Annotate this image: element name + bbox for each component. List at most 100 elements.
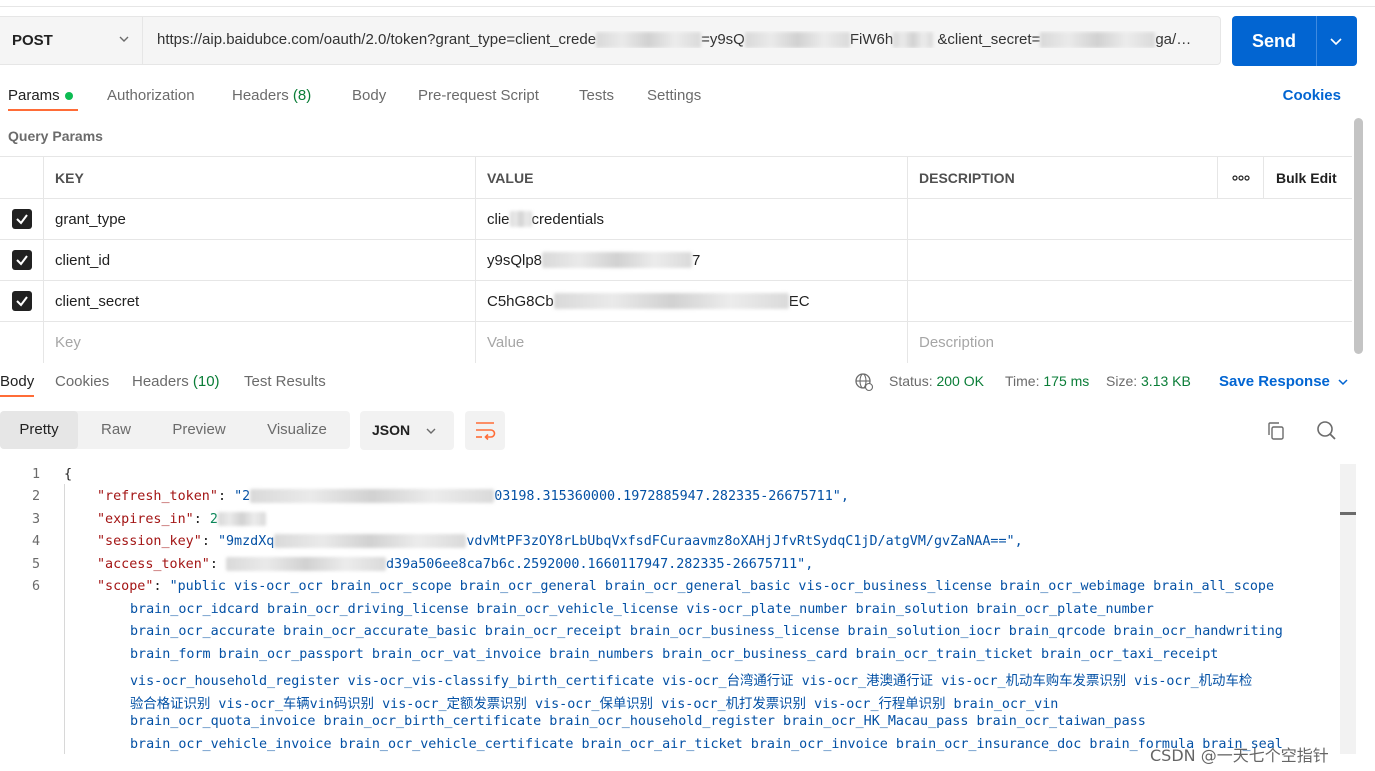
chevron-down-icon <box>426 428 436 434</box>
checkbox[interactable] <box>11 250 32 270</box>
tab-tests[interactable]: Tests <box>579 87 614 104</box>
header-description: DESCRIPTION <box>907 157 1217 198</box>
tab-response-body[interactable]: Body <box>0 373 34 390</box>
watermark: CSDN @一天七个空指针 <box>1150 746 1329 765</box>
globe-network-icon[interactable] <box>854 372 874 392</box>
line-number: 6 <box>31 579 40 594</box>
json-key: "scope" <box>97 579 154 594</box>
header-value: VALUE <box>475 157 907 198</box>
response-body-code[interactable]: 1 2 3 4 5 6 { "refresh_token": "2 03198.3… <box>0 464 1340 764</box>
wrap-lines-button[interactable] <box>465 411 505 450</box>
cookies-link[interactable]: Cookies <box>1283 87 1341 104</box>
copy-icon[interactable] <box>1265 420 1287 442</box>
bulk-edit-button[interactable]: Bulk Edit <box>1263 157 1352 198</box>
code-line: "session_key": "9mzdXq vdvMtPF3zOY8rLbUbq… <box>97 534 1023 549</box>
key-placeholder[interactable]: Key <box>43 322 475 363</box>
check-icon <box>15 296 28 307</box>
tab-response-cookies[interactable]: Cookies <box>55 373 109 390</box>
value-placeholder[interactable]: Value <box>475 322 907 363</box>
save-response-button[interactable]: Save Response <box>1219 373 1330 390</box>
view-pretty[interactable]: Pretty <box>0 411 78 449</box>
tab-authorization[interactable]: Authorization <box>107 87 195 104</box>
search-icon[interactable] <box>1315 419 1337 441</box>
code-line: 验合格证识别 vis-ocr_车辆vin码识别 vis-ocr_定额发票识别 v… <box>130 697 1059 712</box>
code-line: brain_form brain_ocr_passport brain_ocr_… <box>130 647 1219 662</box>
code-scrollbar[interactable] <box>1340 464 1356 754</box>
url-part: ga/… <box>1155 31 1192 48</box>
url-part: =y9sQ <box>701 31 745 48</box>
more-options-icon[interactable] <box>1217 157 1263 198</box>
json-value: 2 <box>209 512 218 527</box>
tab-headers[interactable]: Headers (8) <box>232 87 311 104</box>
checkbox[interactable] <box>11 291 32 311</box>
description-placeholder[interactable]: Description <box>907 322 1352 363</box>
code-scrollbar-thumb[interactable] <box>1340 512 1356 515</box>
redacted-blur <box>217 512 266 526</box>
tab-count: (8) <box>292 87 312 104</box>
description-cell[interactable] <box>907 199 1352 239</box>
method-label: POST <box>12 32 53 49</box>
chevron-down-icon[interactable] <box>1337 376 1349 388</box>
param-value-prefix: C5hG8Cb <box>487 292 554 310</box>
description-cell[interactable] <box>907 240 1352 280</box>
tab-label: Cookies <box>55 373 110 390</box>
tab-pre-request-script[interactable]: Pre-request Script <box>418 87 539 104</box>
code-line: "expires_in": 2 <box>97 512 266 527</box>
tab-label: Body <box>0 373 35 390</box>
tab-params[interactable]: Params <box>8 87 73 104</box>
key-cell[interactable]: client_secret <box>43 281 475 321</box>
view-preview[interactable]: Preview <box>154 411 244 449</box>
param-value-suffix: credentials <box>531 210 605 228</box>
line-number: 4 <box>31 534 40 549</box>
format-select[interactable]: JSON <box>360 411 454 450</box>
time-indicator[interactable]: Time: 175 ms <box>1005 373 1089 389</box>
tab-label: Headers <box>232 87 289 104</box>
json-value: "9mzdXq <box>217 534 275 549</box>
redacted-blur <box>1040 32 1156 49</box>
tab-label: Test Results <box>244 373 326 390</box>
tab-label: Authorization <box>107 87 195 104</box>
tab-body[interactable]: Body <box>352 87 386 104</box>
response-tabs: Body Cookies Headers (10) Test Results S… <box>0 368 1375 397</box>
checkbox[interactable] <box>11 209 32 229</box>
table-row: grant_type clie credentials <box>0 199 1352 240</box>
view-raw[interactable]: Raw <box>78 411 154 449</box>
value-cell[interactable]: y9sQlp8 7 <box>475 240 907 280</box>
json-key: "refresh_token" <box>97 489 218 504</box>
value-cell[interactable]: clie credentials <box>475 199 907 239</box>
code-line: { <box>64 467 72 482</box>
table-row: client_id y9sQlp8 7 <box>0 240 1352 281</box>
json-value: "2 <box>234 489 251 504</box>
brace: { <box>64 467 73 482</box>
key-cell[interactable]: grant_type <box>43 199 475 239</box>
tab-label: Params <box>8 87 60 104</box>
chevron-down-icon[interactable] <box>1328 33 1344 49</box>
size-indicator[interactable]: Size: 3.13 KB <box>1106 373 1191 389</box>
method-select[interactable]: POST <box>0 17 143 64</box>
wrap-lines-icon <box>476 422 496 441</box>
tab-response-headers[interactable]: Headers (10) <box>132 373 220 390</box>
status-indicator[interactable]: Status: 200 OK <box>889 373 984 389</box>
url-input[interactable]: https://aip.baidubce.com/oauth/2.0/token… <box>157 31 1212 49</box>
value-cell[interactable]: C5hG8Cb EC <box>475 281 907 321</box>
tab-settings[interactable]: Settings <box>647 87 701 104</box>
send-button[interactable]: Send <box>1232 16 1357 66</box>
time-value: 175 ms <box>1043 373 1090 389</box>
header-key: KEY <box>43 157 475 198</box>
active-dot-icon <box>64 92 73 101</box>
vertical-scrollbar[interactable] <box>1354 118 1363 354</box>
table-row-new: Key Value Description <box>0 322 1352 363</box>
key-cell[interactable]: client_id <box>43 240 475 280</box>
format-label: JSON <box>372 422 411 438</box>
tab-test-results[interactable]: Test Results <box>244 373 326 390</box>
redacted-blur <box>893 32 934 49</box>
json-value: 03198.315360000.1972885947.282335-266757… <box>494 489 849 504</box>
code-line: "refresh_token": "2 03198.315360000.19728… <box>97 489 849 504</box>
param-key: client_id <box>55 251 111 269</box>
description-cell[interactable] <box>907 281 1352 321</box>
code-line: "access_token": d39a506ee8ca7b6c.2592000… <box>97 557 814 572</box>
line-number: 2 <box>31 489 40 504</box>
param-value-suffix: 7 <box>692 251 701 269</box>
tab-label: Pre-request Script <box>418 87 539 104</box>
view-visualize[interactable]: Visualize <box>244 411 350 449</box>
